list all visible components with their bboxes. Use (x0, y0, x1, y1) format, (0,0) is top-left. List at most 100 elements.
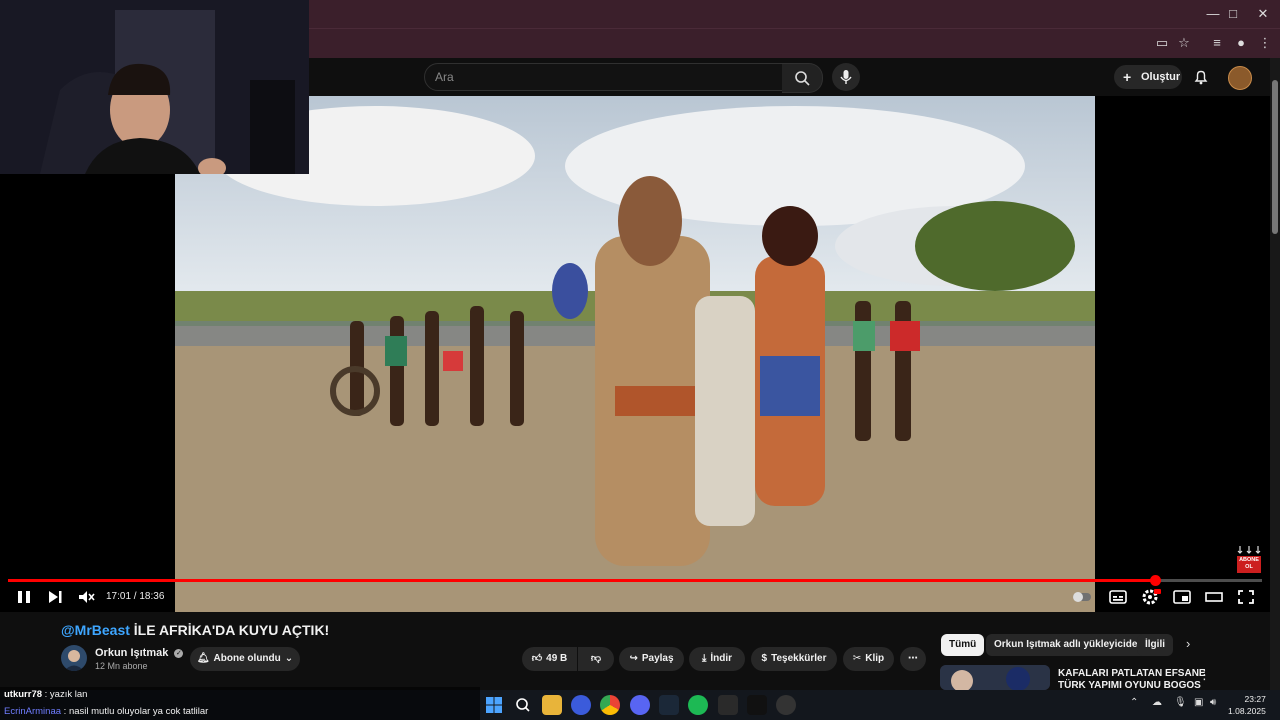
tray-chevron-up-icon[interactable]: ⌃ (1130, 697, 1138, 708)
create-button[interactable]: + Oluştur (1114, 65, 1182, 89)
chat-message: EcrinArminaa : nasil mutlu oluyolar ya c… (4, 706, 208, 717)
progress-played (8, 579, 1155, 582)
download-label: İndir (710, 653, 733, 664)
like-button[interactable]: 👍︎ 49 B (522, 647, 577, 671)
discord-icon[interactable] (630, 695, 650, 715)
menu-icon[interactable]: ⋮ (1256, 34, 1274, 52)
video-frame[interactable] (175, 96, 1095, 612)
steam-icon[interactable] (659, 695, 679, 715)
search-button[interactable] (782, 63, 823, 93)
thanks-button[interactable]: $ Teşekkürler (751, 647, 837, 671)
title-text: İLE AFRİKA'DA KUYU AÇTIK! (129, 622, 330, 638)
search-icon[interactable] (513, 695, 533, 715)
subscribed-label: Abone olundu (213, 653, 281, 664)
recommendation-menu-icon[interactable]: ⋮ (1198, 667, 1211, 683)
share-icon: ↪ (629, 653, 638, 664)
title-mention-link[interactable]: @MrBeast (61, 622, 130, 638)
pause-icon (18, 591, 30, 603)
autoplay-toggle[interactable] (1071, 587, 1093, 607)
settings-button[interactable] (1139, 587, 1161, 607)
chip-from-uploader[interactable]: Orkun Işıtmak adlı yükleyiciden (986, 634, 1152, 656)
subscribed-button[interactable]: 🔔︎ Abone olundu ⌄ (190, 647, 300, 671)
search-placeholder: Ara (435, 70, 454, 84)
app-icon-2[interactable] (747, 695, 767, 715)
speaker-icon[interactable]: 🔊︎ (1210, 697, 1216, 708)
taskbar-clock[interactable]: 23:27 1.08.2025 (1228, 693, 1266, 717)
video-title: @MrBeast İLE AFRİKA'DA KUYU AÇTIK! (61, 622, 329, 638)
clip-button[interactable]: ✂ Klip (843, 647, 894, 671)
share-label: Paylaş (641, 653, 674, 664)
video-scene (175, 96, 1095, 612)
miniplayer-icon (1173, 590, 1191, 604)
voice-search-button[interactable] (832, 63, 860, 91)
channel-avatar[interactable] (61, 645, 87, 671)
clip-label: Klip (865, 653, 885, 664)
watermark-line-1: ABONE (1239, 557, 1259, 563)
progress-scrubber[interactable] (1150, 575, 1161, 586)
webcam-overlay (0, 0, 309, 174)
verified-icon: ✓ (174, 649, 184, 658)
star-icon[interactable]: ☆ (1175, 34, 1193, 52)
notifications-button[interactable] (1190, 66, 1212, 88)
app-icon-3[interactable] (776, 695, 796, 715)
thumbs-up-icon: 👍︎ (531, 653, 543, 664)
download-icon: ⤓ (701, 653, 707, 664)
cast-icon[interactable]: ▭ (1153, 34, 1171, 52)
chip-related[interactable]: İlgili (1137, 634, 1173, 656)
start-icon[interactable] (484, 695, 504, 715)
clock-time: 23:27 (1244, 694, 1266, 704)
mute-button[interactable] (75, 587, 97, 607)
subscriber-count: 12 Mn abone (95, 661, 148, 671)
chevron-right-icon[interactable]: › (1186, 636, 1190, 651)
fullscreen-icon (1238, 590, 1254, 604)
pause-button[interactable] (13, 587, 35, 607)
thumbnail-image (940, 665, 1050, 690)
close-icon[interactable]: ✕ (1246, 4, 1280, 24)
account-avatar[interactable] (1228, 66, 1252, 90)
create-label: Oluştur (1141, 71, 1181, 83)
app-icon[interactable] (571, 695, 591, 715)
recommendation-title-line-1: KAFALARI PATLATAN EFSANE (1058, 668, 1206, 679)
profile-icon[interactable]: ● (1232, 34, 1250, 52)
more-icon: ⋯ (908, 653, 918, 664)
onedrive-icon[interactable]: ☁ (1152, 697, 1162, 708)
next-button[interactable] (44, 587, 66, 607)
miniplayer-button[interactable] (1171, 587, 1193, 607)
file-explorer-icon[interactable] (542, 695, 562, 715)
streamer-webcam (0, 0, 309, 174)
chip-all[interactable]: Tümü (941, 634, 985, 656)
microphone-tray-icon[interactable]: 🎙︎ (1174, 697, 1187, 708)
search-icon (795, 71, 810, 86)
channel-name[interactable]: Orkun Işıtmak (95, 647, 168, 659)
theater-mode-button[interactable] (1203, 587, 1225, 607)
dislike-button[interactable]: 👎︎ (578, 647, 614, 671)
skip-next-icon (49, 591, 62, 603)
subtitles-icon (1109, 590, 1127, 604)
subscribe-watermark[interactable]: ABONE OL (1236, 544, 1262, 574)
more-actions-button[interactable]: ⋯ (900, 647, 926, 671)
chat-message: utkurr78 : yazık lan (4, 689, 87, 700)
channel-name-row[interactable]: Orkun Işıtmak ✓ (95, 647, 184, 659)
chrome-icon[interactable] (600, 695, 620, 715)
scissors-icon: ✂ (852, 653, 862, 664)
recommendation-title[interactable]: KAFALARI PATLATAN EFSANE TÜRK YAPIMI OYU… (1058, 668, 1206, 692)
stream-chat-overlay: utkurr78 : yazık lan EcrinArminaa : nasi… (0, 687, 480, 720)
plus-icon: + (1123, 69, 1132, 85)
share-button[interactable]: ↪ Paylaş (619, 647, 684, 671)
search-input[interactable]: Ara (424, 63, 784, 91)
watermark-line-2: OL (1245, 563, 1253, 570)
volume-muted-icon (79, 591, 95, 603)
fullscreen-button[interactable] (1235, 587, 1257, 607)
media-icon[interactable]: ≡ (1208, 34, 1226, 52)
network-icon[interactable]: ▣ (1194, 697, 1203, 708)
spotify-icon[interactable] (688, 695, 708, 715)
bell-icon: 🔔︎ (196, 653, 210, 664)
autoplay-icon (1073, 592, 1091, 602)
recommendation-thumbnail[interactable] (940, 665, 1050, 690)
chat-username: EcrinArminaa (4, 706, 62, 717)
maximize-icon[interactable]: □ (1216, 4, 1250, 24)
subtitles-button[interactable] (1107, 587, 1129, 607)
scrollbar-thumb[interactable] (1272, 80, 1278, 234)
download-button[interactable]: ⤓ İndir (689, 647, 745, 671)
epic-games-icon[interactable] (718, 695, 738, 715)
